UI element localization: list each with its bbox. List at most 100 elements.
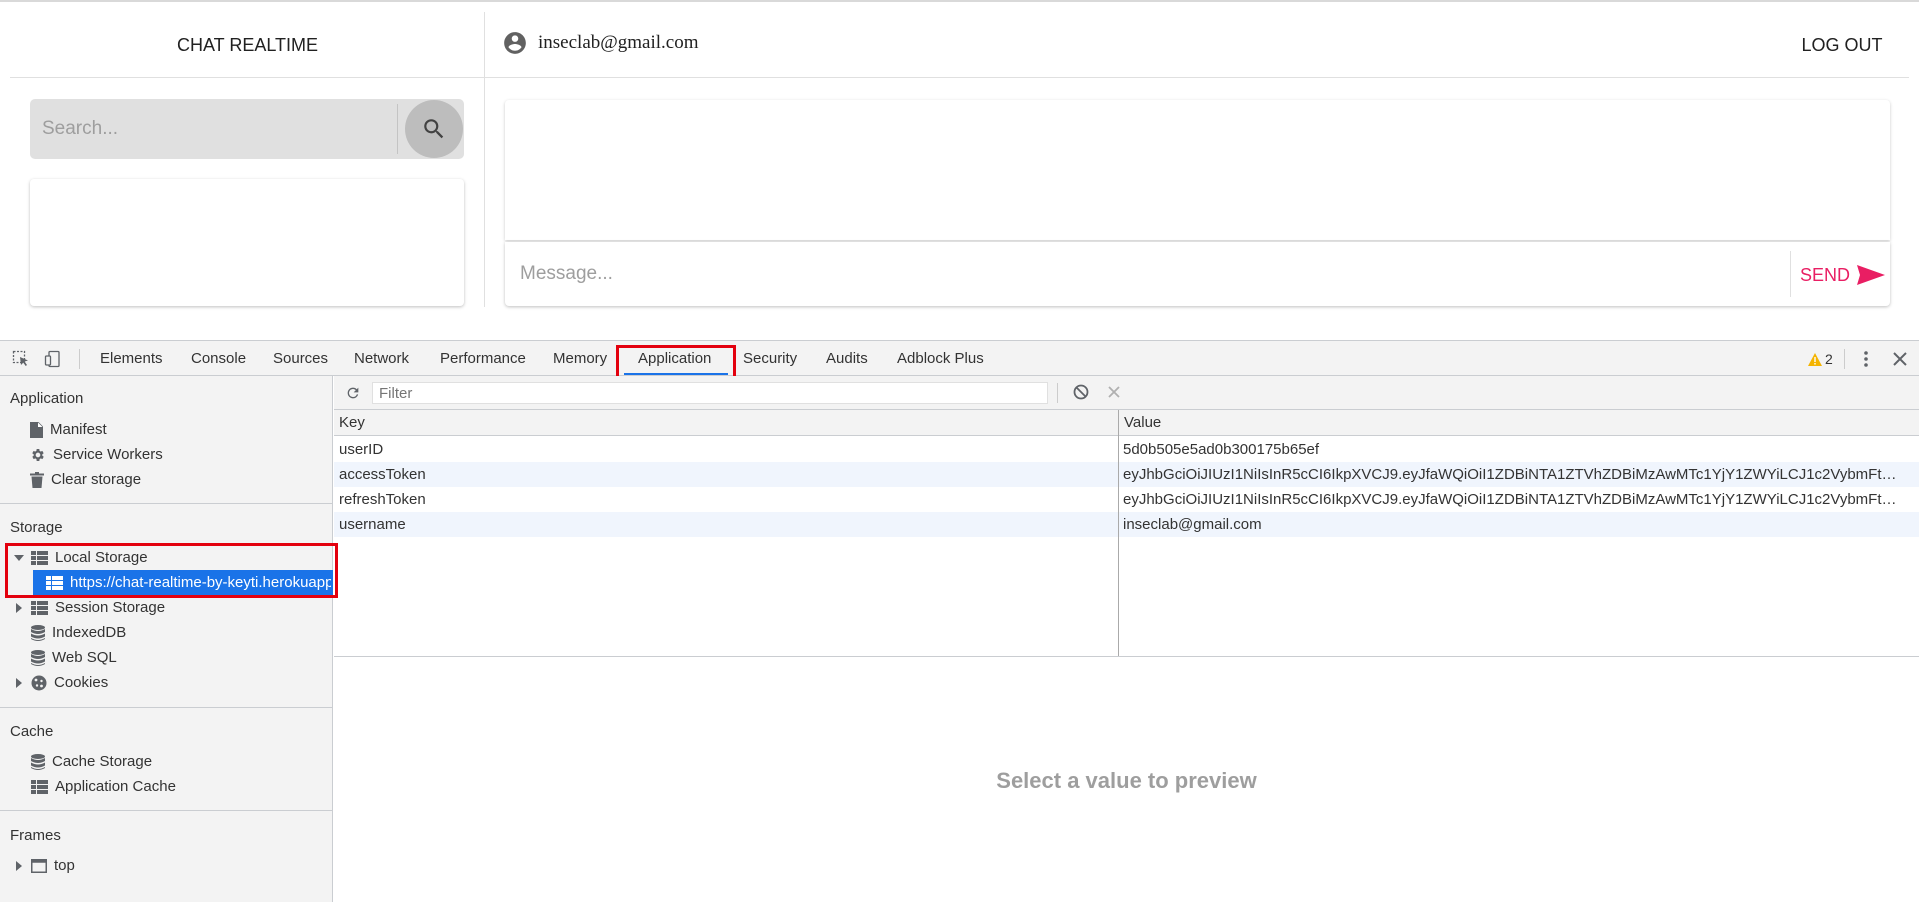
sidebar-item-indexeddb[interactable]: IndexedDB [31, 620, 126, 645]
toolbar-separator [79, 349, 80, 369]
cell-value: inseclab@gmail.com [1123, 516, 1262, 533]
user-email: inseclab@gmail.com [538, 32, 699, 53]
delete-selected-icon[interactable] [1104, 382, 1124, 402]
tab-sources[interactable]: Sources [271, 341, 330, 376]
warning-count: 2 [1825, 351, 1833, 367]
cookie-icon [31, 675, 47, 691]
sidebar-item-label: Service Workers [53, 446, 163, 463]
column-divider[interactable] [1118, 410, 1119, 656]
annotation-highlight-local-storage [5, 543, 338, 598]
sidebar-header-storage: Storage [10, 519, 63, 536]
table-icon [31, 779, 48, 794]
frame-window-icon [31, 858, 47, 873]
sidebar-item-label: Session Storage [55, 599, 166, 616]
sidebar-header-application: Application [10, 390, 84, 407]
sidebar-item-application-cache[interactable]: Application Cache [31, 774, 176, 799]
warnings-counter[interactable]: 2 [1808, 349, 1833, 369]
cell-key: userID [339, 441, 384, 458]
sidebar-item-frame-top[interactable]: top [14, 853, 75, 878]
message-input[interactable] [518, 251, 1778, 297]
sidebar-item-web-sql[interactable]: Web SQL [31, 645, 117, 670]
grid-preview-divider [334, 656, 1919, 657]
tab-performance[interactable]: Performance [438, 341, 528, 376]
send-label: SEND [1800, 264, 1851, 285]
sidebar-item-label: top [54, 857, 75, 874]
clear-all-icon[interactable] [1071, 382, 1091, 402]
tab-adblock-plus[interactable]: Adblock Plus [895, 341, 986, 376]
tab-network[interactable]: Network [352, 341, 411, 376]
messages-panel [505, 100, 1890, 240]
collapsed-arrow-icon [14, 860, 24, 871]
filter-separator [1057, 383, 1058, 403]
refresh-icon[interactable] [343, 383, 363, 403]
sidebar-item-manifest[interactable]: Manifest [30, 417, 107, 442]
close-devtools-icon[interactable] [1889, 349, 1911, 369]
app-title: CHAT REALTIME [176, 34, 319, 55]
cell-value: 5d0b505e5ad0b300175b65ef [1123, 441, 1320, 458]
value-preview-placeholder: Select a value to preview [996, 768, 1257, 793]
sidebar-item-label: Application Cache [55, 778, 176, 795]
cell-key: accessToken [339, 466, 426, 483]
trash-icon [30, 471, 44, 488]
database-icon [31, 753, 45, 770]
table-icon [31, 600, 48, 615]
compose-divider [1790, 251, 1791, 297]
cell-key: refreshToken [339, 491, 426, 508]
inspect-element-icon[interactable] [10, 349, 32, 369]
table-row[interactable]: userID 5d0b505e5ad0b300175b65ef [334, 437, 1919, 462]
tab-elements[interactable]: Elements [98, 341, 165, 376]
cell-value: eyJhbGciOiJIUzI1NiIsInR5cCI6IkpXVCJ9.eyJ… [1123, 466, 1919, 483]
tab-audits[interactable]: Audits [824, 341, 870, 376]
more-options-icon[interactable] [1855, 349, 1877, 369]
sidebar-divider [0, 810, 333, 811]
column-header-key[interactable]: Key [339, 414, 365, 431]
search-button[interactable] [405, 100, 463, 158]
sidebar-item-cache-storage[interactable]: Cache Storage [31, 749, 152, 774]
sidebar-item-label: Web SQL [52, 649, 117, 666]
warning-icon [1808, 352, 1822, 366]
send-icon [1856, 264, 1886, 286]
header-divider-vertical [484, 12, 485, 307]
search-icon [421, 116, 447, 142]
database-icon [31, 624, 45, 641]
filter-input[interactable] [372, 382, 1048, 404]
sidebar-item-service-workers[interactable]: Service Workers [30, 442, 163, 467]
sidebar-header-cache: Cache [10, 723, 54, 740]
document-icon [30, 421, 43, 438]
gear-icon [30, 447, 46, 463]
sidebar-item-cookies[interactable]: Cookies [14, 670, 108, 695]
tab-console[interactable]: Console [189, 341, 248, 376]
logout-button[interactable]: LOG OUT [1790, 26, 1894, 64]
sidebar-item-clear-storage[interactable]: Clear storage [30, 467, 141, 492]
sidebar-item-label: Manifest [50, 421, 107, 438]
table-row[interactable]: accessToken eyJhbGciOiJIUzI1NiIsInR5cCI6… [334, 462, 1919, 487]
sidebar-divider [0, 707, 333, 708]
sidebar-item-label: Cookies [54, 674, 109, 691]
sidebar-item-label: IndexedDB [52, 624, 127, 641]
header-divider-horizontal [10, 77, 1909, 78]
sidebar-item-label: Cache Storage [52, 753, 153, 770]
tab-memory[interactable]: Memory [551, 341, 609, 376]
collapsed-arrow-icon [14, 602, 24, 613]
user-info: inseclab@gmail.com [502, 26, 698, 60]
toolbar-separator [1844, 349, 1845, 369]
sidebar-item-label: Clear storage [51, 471, 142, 488]
column-header-value[interactable]: Value [1124, 414, 1161, 431]
device-toolbar-icon[interactable] [42, 349, 64, 369]
grid-header: Key Value [334, 410, 1919, 436]
sidebar-header-frames: Frames [10, 827, 61, 844]
search-input[interactable] [40, 106, 390, 152]
tab-security[interactable]: Security [741, 341, 799, 376]
search-divider [397, 104, 398, 154]
cell-key: username [339, 516, 406, 533]
top-border [0, 0, 1919, 2]
sidebar-divider [0, 503, 333, 504]
table-row[interactable]: refreshToken eyJhbGciOiJIUzI1NiIsInR5cCI… [334, 487, 1919, 512]
database-icon [31, 649, 45, 666]
sidebar-item-session-storage[interactable]: Session Storage [14, 595, 165, 620]
table-row[interactable]: username inseclab@gmail.com [334, 512, 1919, 537]
send-button[interactable]: SEND [1800, 256, 1888, 294]
collapsed-arrow-icon [14, 677, 24, 688]
account-circle-icon [502, 30, 528, 56]
cell-value: eyJhbGciOiJIUzI1NiIsInR5cCI6IkpXVCJ9.eyJ… [1123, 491, 1919, 508]
